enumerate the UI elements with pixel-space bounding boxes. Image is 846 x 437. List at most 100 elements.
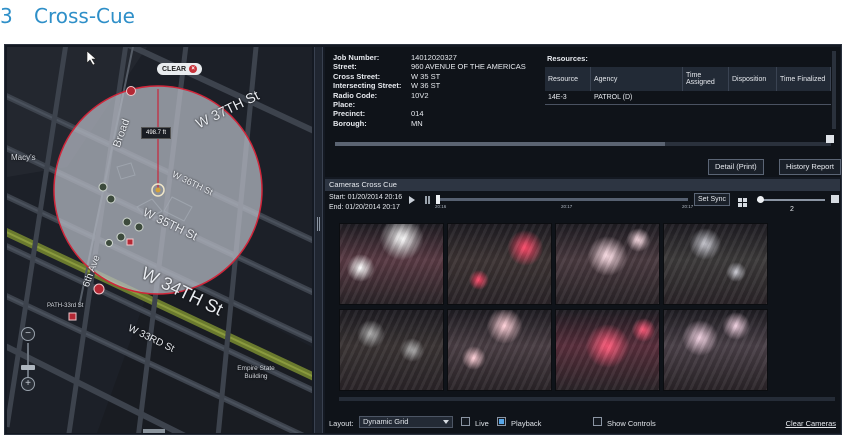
history-report-button[interactable]: History Report [779,159,841,175]
pause-icon[interactable] [425,196,430,204]
slider-thumb[interactable] [757,196,764,203]
cameras-panel-title: Cameras Cross Cue [325,179,840,191]
distance-label: 498.7 ft [141,127,172,139]
camera-feed[interactable] [339,223,444,305]
incident-panel: Job Number: 14012020327 Street: 960 AVENUE… [325,47,841,177]
scroll-arrow-wrapper [826,51,836,143]
camera-feed[interactable] [555,223,660,305]
map-view[interactable]: CLEAR × 498.7 ft W 37TH St W 36TH St W 3… [7,47,312,433]
section-number: 3 [0,4,13,28]
field-key: Borough: [333,118,367,128]
feed-video [448,224,551,304]
clear-label: CLEAR [162,65,187,73]
camera-feed[interactable] [447,223,552,305]
place-label-macys: Macy's [11,153,36,162]
camera-feed[interactable] [663,309,768,391]
field-value [411,100,541,109]
field-key: Place: [333,99,356,109]
table-row[interactable]: 14E-3 PATROL (D) [545,91,831,105]
column-header[interactable]: Disposition [729,67,777,91]
scrollbar-thumb[interactable] [335,142,665,146]
feed-video [556,310,659,390]
feeds-scrollbar[interactable] [339,397,835,401]
layout-select[interactable]: Dynamic Grid [359,416,453,428]
field-row: Job Number: 14012020327 [333,53,541,62]
zoom-slider-thumb[interactable] [21,365,35,370]
grid-size-slider[interactable] [757,196,825,203]
field-value: 960 AVENUE OF THE AMERICAS [411,62,526,72]
splitter-grip-icon[interactable] [317,217,320,231]
table-cell: 14E-3 [548,94,567,101]
zoom-in-icon[interactable]: + [21,377,35,391]
camera-feed[interactable] [663,223,768,305]
timeline-tick: 20:17 [561,204,573,209]
playback-timeline[interactable] [436,195,688,204]
show-controls-checkbox[interactable] [593,417,602,426]
set-sync-button[interactable]: Set Sync [694,193,731,206]
layout-value: Dynamic Grid [363,417,409,426]
clear-radius-button[interactable]: CLEAR × [157,63,203,75]
feed-video [664,310,767,390]
camera-feed[interactable] [555,309,660,391]
timeline-thumb[interactable] [436,195,440,204]
field-key: Intersecting Street: [333,81,402,91]
feed-video [340,224,443,304]
cameras-panel: Cameras Cross Cue Start: 01/20/2014 20:1… [325,179,840,433]
field-row: Street: 960 AVENUE OF THE AMERICAS [333,62,541,71]
section-heading: 3 Cross-Cue [0,4,135,28]
field-key: Precinct: [333,109,366,119]
resources-header: Resource Agency Time Assigned Dispositio… [545,67,831,91]
field-value: W 36 ST [411,81,441,91]
end-time: End: 01/20/2014 20:17 [329,203,400,211]
field-key: Cross Street: [333,71,381,81]
zoom-out-icon[interactable]: − [21,327,35,341]
start-time: Start: 01/20/2014 20:16 [329,194,403,201]
grid-layout-icon[interactable] [738,198,747,207]
field-row: Borough: MN [333,119,541,128]
show-controls-label: Show Controls [607,419,656,428]
field-value: 14012020327 [411,53,457,62]
camera-feed[interactable] [339,309,444,391]
field-key: Job Number: [333,53,380,62]
field-value: MN [411,118,423,128]
field-row: Precinct: 014 [333,109,541,118]
map-collapse-handle[interactable] [143,429,165,433]
column-header[interactable]: Agency [591,67,683,91]
zoom-track[interactable] [27,343,29,379]
column-header[interactable]: Resource [545,67,591,91]
playback-checkbox[interactable] [497,417,506,426]
column-header[interactable]: Time Assigned [683,67,729,91]
field-row: Intersecting Street: W 36 ST [333,81,541,90]
maximize-icon[interactable] [831,195,839,203]
incident-fields: Job Number: 14012020327 Street: 960 AVENUE… [333,53,541,128]
detail-print-button[interactable]: Detail (Print) [708,159,764,175]
field-key: Radio Code: [333,90,378,100]
live-checkbox[interactable] [461,417,470,426]
clear-cameras-link[interactable]: Clear Cameras [786,419,836,428]
field-row: Place: [333,100,541,109]
resources-title: Resources: [547,54,588,63]
zoom-control[interactable]: − + [19,327,39,397]
camera-feed-grid [339,223,768,391]
place-label-empire-state: Empire State Building [237,365,275,380]
play-icon[interactable] [409,196,415,204]
table-cell: PATROL (D) [594,94,633,101]
feed-video [340,310,443,390]
scroll-down-icon[interactable] [826,135,834,143]
place-label-path: PATH-33rd St [47,303,84,309]
panel-splitter[interactable] [314,47,323,433]
field-row: Radio Code: 10V2 [333,91,541,100]
column-header[interactable]: Time Finalized [777,67,831,91]
layout-label: Layout: [329,419,354,428]
incident-horizontal-scrollbar[interactable] [335,142,831,146]
playback-label: Playback [511,419,542,428]
field-value: 10V2 [411,90,429,100]
live-label: Live [475,419,489,428]
camera-feed[interactable] [447,309,552,391]
field-value: 014 [411,109,424,119]
field-key: Street: [333,62,357,72]
timeline-tick: 20:17 [682,204,694,209]
resources-table: Resource Agency Time Assigned Dispositio… [545,67,831,105]
feed-video [448,310,551,390]
cameras-bottom-bar: Layout: Dynamic Grid Live Playback Show … [325,415,840,431]
